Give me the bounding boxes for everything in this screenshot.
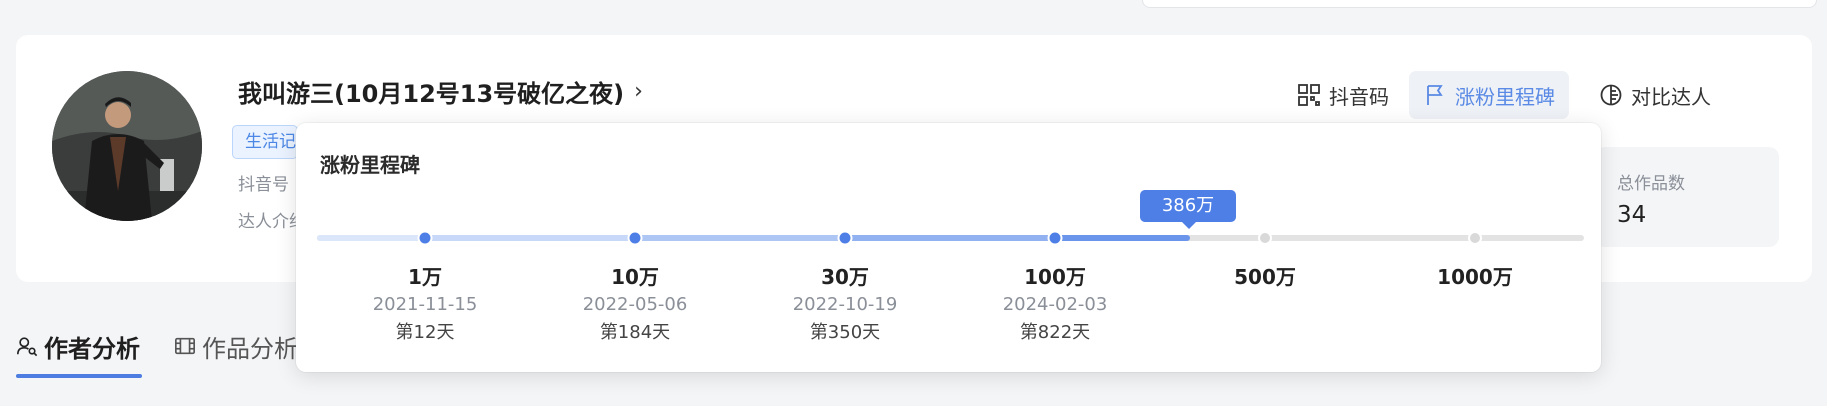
- flag-icon: [1427, 85, 1443, 105]
- analysis-tabs: 作者分析 作品分析: [16, 328, 298, 364]
- milestone-day: 第822天: [1019, 322, 1091, 343]
- douyin-id-label: 抖音号: [238, 175, 289, 195]
- tab-works-analysis[interactable]: 作品分析: [174, 328, 298, 364]
- creator-name[interactable]: 我叫游三(10月12号13号破亿之夜) ›: [238, 74, 643, 109]
- total-works-stat: 总作品数 34: [1595, 147, 1779, 247]
- milestone-day: 第184天: [599, 322, 671, 343]
- milestone-day: 第350天: [809, 322, 881, 343]
- qrcode-icon: [1298, 84, 1320, 106]
- milestone-item: 10万 2022-05-06 第184天: [555, 263, 715, 347]
- tab-works-analysis-label: 作品分析: [202, 334, 298, 363]
- milestone-dot: [417, 230, 433, 246]
- milestone-item: 500万: [1185, 263, 1345, 291]
- film-icon: [175, 337, 195, 355]
- chevron-right-icon[interactable]: ›: [634, 79, 643, 104]
- milestone-dot: [1468, 231, 1482, 245]
- milestone-label: 1000万: [1437, 265, 1513, 289]
- milestone-item: 100万 2024-02-03 第822天: [975, 263, 1135, 347]
- milestone-day: 第12天: [395, 322, 455, 343]
- milestone-date: 2021-11-15: [372, 294, 478, 315]
- milestone-item: 1000万: [1395, 263, 1555, 291]
- milestone-dot: [1258, 231, 1272, 245]
- fan-milestone-button[interactable]: 涨粉里程碑: [1409, 71, 1569, 119]
- milestone-label: 1万: [408, 265, 442, 289]
- total-works-value: 34: [1617, 202, 1647, 228]
- total-works-label: 总作品数: [1617, 174, 1685, 194]
- active-tab-indicator: [16, 374, 142, 378]
- action-bar: 抖音码 涨粉里程碑 对比达人: [1283, 71, 1725, 119]
- tab-author-analysis-label: 作者分析: [44, 334, 140, 363]
- fan-milestone-label: 涨粉里程碑: [1455, 84, 1555, 109]
- milestone-item: 30万 2022-10-19 第350天: [765, 263, 925, 347]
- milestone-date: 2022-10-19: [792, 294, 898, 315]
- milestone-label: 100万: [1024, 265, 1086, 289]
- milestone-dot: [627, 230, 643, 246]
- milestone-item: 1万 2021-11-15 第12天: [345, 263, 505, 347]
- user-search-icon: [17, 337, 38, 357]
- milestone-date: 2022-05-06: [582, 294, 688, 315]
- tab-author-analysis[interactable]: 作者分析: [16, 328, 140, 364]
- compare-creator-label: 对比达人: [1631, 84, 1711, 109]
- compare-creator-button[interactable]: 对比达人: [1585, 71, 1725, 119]
- milestone-date: 2024-02-03: [1002, 294, 1108, 315]
- douyin-code-button[interactable]: 抖音码: [1283, 71, 1403, 119]
- category-tag: 生活记录: [232, 125, 298, 159]
- douyin-code-label: 抖音码: [1329, 84, 1389, 109]
- milestone-dot: [837, 230, 853, 246]
- compare-icon: [1600, 84, 1622, 106]
- creator-name-text[interactable]: 我叫游三(10月12号13号破亿之夜): [238, 74, 624, 109]
- avatar: [52, 71, 202, 221]
- milestone-label: 30万: [821, 265, 869, 289]
- fan-milestone-popover: 涨粉里程碑 386万 1万 2021-11-15 第12天 10万 2022-05-06…: [296, 123, 1601, 372]
- milestone-dot: [1047, 230, 1063, 246]
- milestone-label: 500万: [1234, 265, 1296, 289]
- top-search-strip: [1142, 0, 1817, 8]
- milestone-label: 10万: [611, 265, 659, 289]
- current-fans-bubble: 386万: [1140, 190, 1236, 229]
